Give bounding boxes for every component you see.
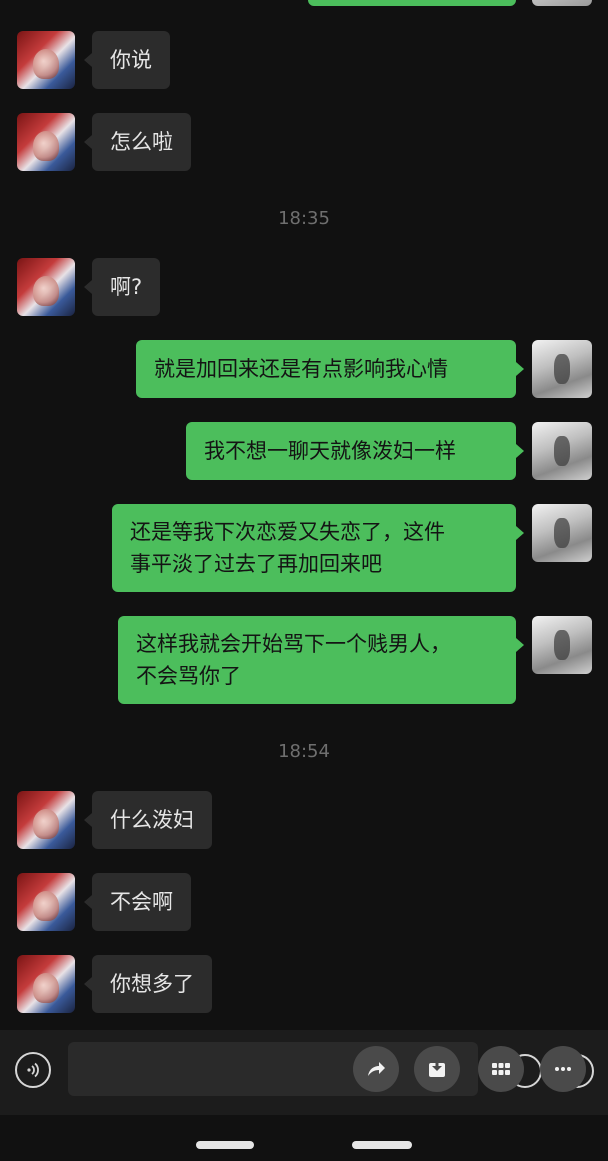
message-text-line: 还是等我下次恋爱又失恋了，这件 xyxy=(130,520,445,544)
download-icon[interactable] xyxy=(414,1046,460,1092)
incoming-message[interactable]: 不会啊 xyxy=(84,873,191,931)
incoming-message[interactable]: 什么泼妇 xyxy=(84,791,212,849)
home-indicator-area xyxy=(0,1115,608,1161)
more-icon-glyph xyxy=(555,1067,571,1071)
self-avatar[interactable] xyxy=(532,340,592,398)
home-indicator-left xyxy=(196,1141,254,1149)
share-icon[interactable] xyxy=(353,1046,399,1092)
voice-icon-glyph xyxy=(27,1062,39,1078)
chat-screen: 你说 怎么啦 18:35 啊? 就是加回来还是有点影响我心情 我不想一聊天就像泼… xyxy=(0,0,608,1161)
message-text-line: 这样我就会开始骂下一个贱男人， xyxy=(136,632,451,656)
voice-icon[interactable] xyxy=(15,1052,51,1088)
self-avatar[interactable] xyxy=(532,616,592,674)
grid-icon[interactable] xyxy=(478,1046,524,1092)
more-icon[interactable] xyxy=(540,1046,586,1092)
message-text: 啊? xyxy=(110,275,143,299)
incoming-message[interactable]: 你说 xyxy=(84,31,170,89)
outgoing-message[interactable]: 还是等我下次恋爱又失恋了，这件 事平淡了过去了再加回来吧 xyxy=(112,504,524,592)
outgoing-message[interactable]: 就是加回来还是有点影响我心情 xyxy=(136,340,524,398)
contact-avatar[interactable] xyxy=(17,31,75,89)
partial-self-avatar[interactable] xyxy=(532,0,592,6)
message-timestamp: 18:54 xyxy=(278,741,330,762)
grid-icon-glyph xyxy=(492,1063,510,1075)
message-text-line: 事平淡了过去了再加回来吧 xyxy=(130,552,382,576)
self-avatar[interactable] xyxy=(532,422,592,480)
message-text-line: 不会骂你了 xyxy=(136,664,241,688)
message-text: 我不想一聊天就像泼妇一样 xyxy=(204,439,456,463)
download-icon-glyph xyxy=(429,1059,445,1077)
message-text: 你说 xyxy=(110,48,152,72)
message-text: 你想多了 xyxy=(110,972,194,996)
message-text: 就是加回来还是有点影响我心情 xyxy=(154,357,448,381)
contact-avatar[interactable] xyxy=(17,873,75,931)
message-text: 什么泼妇 xyxy=(110,808,194,832)
contact-avatar[interactable] xyxy=(17,258,75,316)
partial-outgoing-bubble[interactable] xyxy=(308,0,516,6)
home-indicator-right xyxy=(352,1141,412,1149)
outgoing-message[interactable]: 我不想一聊天就像泼妇一样 xyxy=(186,422,524,480)
contact-avatar[interactable] xyxy=(17,113,75,171)
contact-avatar[interactable] xyxy=(17,791,75,849)
message-text: 怎么啦 xyxy=(110,130,173,154)
incoming-message[interactable]: 啊? xyxy=(83,258,161,316)
incoming-message[interactable]: 你想多了 xyxy=(84,955,212,1013)
outgoing-message[interactable]: 这样我就会开始骂下一个贱男人， 不会骂你了 xyxy=(118,616,524,704)
message-timestamp: 18:35 xyxy=(278,208,330,229)
message-text: 不会啊 xyxy=(110,890,173,914)
share-icon-glyph xyxy=(368,1062,385,1076)
incoming-message[interactable]: 怎么啦 xyxy=(84,113,191,171)
self-avatar[interactable] xyxy=(532,504,592,562)
contact-avatar[interactable] xyxy=(17,955,75,1013)
